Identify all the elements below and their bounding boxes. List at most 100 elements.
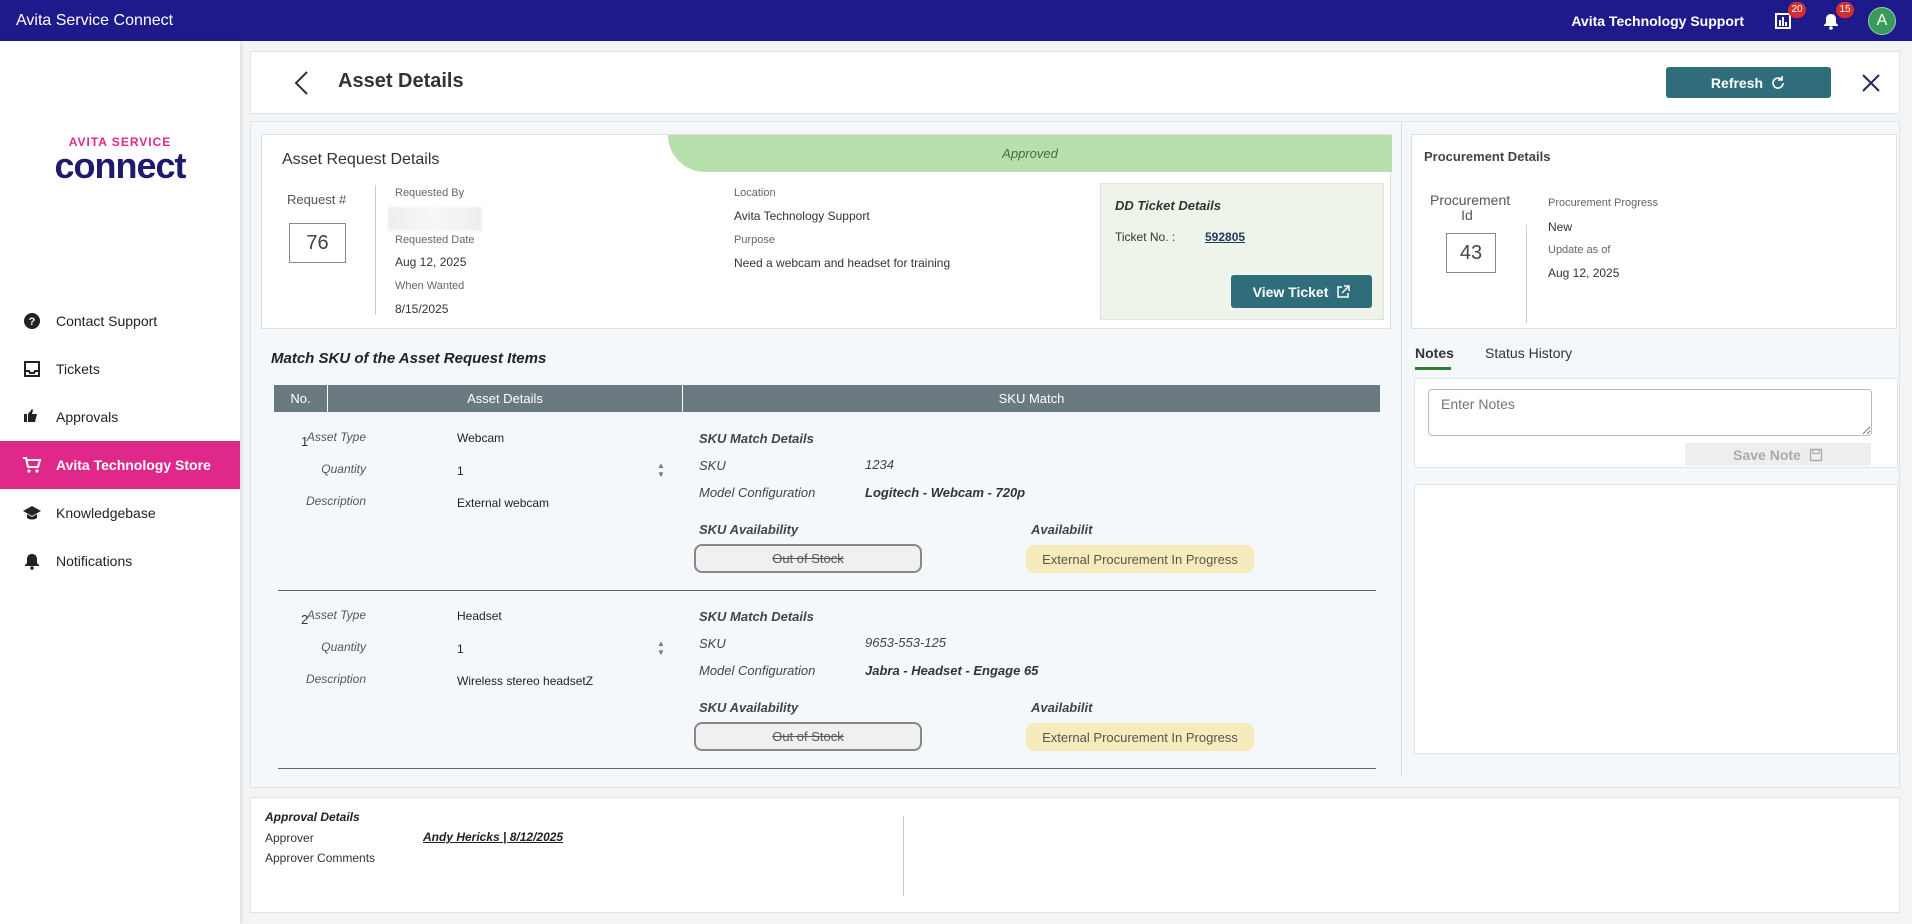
tab-notes[interactable]: Notes	[1415, 345, 1454, 361]
notes-list	[1414, 484, 1898, 754]
asset-content: Approved Asset Request Details Request #…	[250, 121, 1900, 788]
match-table-header: No. Asset Details SKU Match	[274, 385, 1380, 412]
purpose-label: Purpose	[734, 234, 775, 246]
procurement-title: Procurement Details	[1424, 149, 1551, 164]
back-arrow-icon[interactable]	[291, 70, 313, 96]
model-config-label: Model Configuration	[699, 485, 816, 500]
refresh-button[interactable]: Refresh	[1666, 67, 1831, 98]
sidebar-item-label: Contact Support	[56, 313, 158, 329]
requested-by-label: Requested By	[395, 187, 465, 199]
location-value: Avita Technology Support	[734, 209, 870, 223]
notes-input[interactable]	[1428, 389, 1872, 436]
asset-request-title: Asset Request Details	[282, 151, 440, 168]
avatar[interactable]: A	[1868, 6, 1896, 35]
availability-label: Availabilit	[1031, 700, 1093, 715]
availability-label: Availabilit	[1031, 522, 1093, 537]
sku-match-details-title: SKU Match Details	[699, 609, 814, 624]
divider	[1526, 225, 1527, 323]
page-header: Asset Details Refresh	[250, 51, 1900, 114]
notifications-button[interactable]: 15	[1820, 1, 1854, 32]
match-sku-title: Match SKU of the Asset Request Items	[271, 350, 547, 367]
description-value: Wireless stereo headsetZ	[457, 674, 594, 688]
asset-type-value: Webcam	[457, 431, 505, 445]
description-label: Description	[305, 494, 366, 508]
asset-type-label: Asset Type	[306, 430, 366, 444]
active-tab-indicator	[1415, 367, 1451, 370]
save-note-button[interactable]: Save Note	[1685, 443, 1871, 466]
request-number-label: Request #	[287, 192, 347, 207]
approver-link[interactable]: Andy Hericks | 8/12/2025	[423, 830, 563, 844]
sidebar-item-label: Approvals	[56, 409, 119, 425]
page-title: Asset Details	[338, 70, 464, 92]
availability-badge: External Procurement In Progress	[1026, 545, 1254, 573]
approval-details-title: Approval Details	[265, 810, 360, 824]
model-config-value: Jabra - Headset - Engage 65	[865, 663, 1039, 678]
sidebar: AVITA SERVICE connect ? Contact Support …	[0, 41, 240, 924]
row-divider	[278, 590, 1376, 591]
logo-line-2: connect	[54, 145, 186, 186]
quantity-value[interactable]: 1	[457, 642, 464, 656]
procurement-id-label: Procurement Id	[1430, 192, 1511, 223]
sidebar-item-knowledgebase[interactable]: Knowledgebase	[0, 489, 240, 537]
refresh-icon	[1772, 75, 1784, 89]
reports-button[interactable]: 20	[1772, 1, 1806, 32]
column-header-sku-match: SKU Match	[998, 391, 1065, 406]
description-value: External webcam	[457, 496, 550, 510]
procurement-progress-value: New	[1548, 220, 1573, 234]
external-link-icon	[1337, 284, 1351, 298]
graduation-cap-icon	[22, 503, 42, 523]
inbox-icon	[22, 359, 42, 379]
approver-label: Approver	[265, 831, 314, 845]
notifications-badge: 15	[1836, 1, 1854, 18]
view-ticket-button[interactable]: View Ticket	[1231, 275, 1372, 308]
thumbs-icon	[22, 407, 42, 427]
procurement-id: 43	[1446, 233, 1496, 273]
quantity-value[interactable]: 1	[457, 464, 464, 478]
when-wanted-value: 8/15/2025	[395, 302, 449, 316]
ticket-no-link[interactable]: 592805	[1205, 230, 1245, 244]
column-header-asset-details: Asset Details	[328, 385, 683, 412]
close-icon[interactable]	[1859, 71, 1883, 95]
asset-request-card: Approved Asset Request Details Request #…	[261, 134, 1392, 329]
ticket-no-label: Ticket No. :	[1115, 230, 1176, 244]
approver-comments-label: Approver Comments	[265, 851, 376, 865]
divider	[903, 816, 904, 896]
tab-status-history[interactable]: Status History	[1485, 345, 1572, 361]
sidebar-item-contact-support[interactable]: ? Contact Support	[0, 297, 240, 345]
sidebar-item-avita-technology-store[interactable]: Avita Technology Store	[0, 441, 240, 489]
org-name: Avita Technology Support	[1571, 12, 1744, 29]
help-circle-icon: ?	[22, 311, 42, 331]
column-header-no: No.	[274, 385, 328, 412]
sidebar-item-tickets[interactable]: Tickets	[0, 345, 240, 393]
save-note-label: Save Note	[1733, 446, 1801, 463]
quantity-stepper[interactable]: ▲ ▼	[656, 461, 666, 481]
sidebar-item-notifications[interactable]: Notifications	[0, 537, 240, 585]
availability-badge: External Procurement In Progress	[1026, 723, 1254, 751]
logo: AVITA SERVICE connect	[44, 135, 196, 186]
panel-divider	[1401, 122, 1402, 777]
purpose-value: Need a webcam and headset for training	[734, 256, 951, 270]
status-badge: Approved	[668, 135, 1392, 172]
dd-ticket-panel: DD Ticket Details Ticket No. : 592805 Vi…	[1100, 183, 1384, 320]
quantity-stepper[interactable]: ▲ ▼	[656, 639, 666, 659]
quantity-label: Quantity	[321, 462, 366, 476]
sku-value: 1234	[865, 457, 894, 472]
location-label: Location	[734, 187, 776, 199]
svg-text:?: ?	[29, 316, 36, 328]
row-divider	[278, 768, 1376, 769]
procurement-progress-label: Procurement Progress	[1548, 197, 1659, 209]
model-config-label: Model Configuration	[699, 663, 816, 678]
sidebar-item-approvals[interactable]: Approvals	[0, 393, 240, 441]
sidebar-item-label: Tickets	[56, 361, 100, 377]
notes-tabs: Notes Status History	[1411, 339, 1897, 370]
divider	[375, 185, 376, 315]
refresh-label: Refresh	[1710, 74, 1764, 91]
requested-date-value: Aug 12, 2025	[395, 255, 467, 269]
sku-availability-label: SKU Availability	[699, 700, 799, 715]
sku-match-details-title: SKU Match Details	[699, 431, 814, 446]
when-wanted-label: When Wanted	[395, 280, 465, 292]
dd-ticket-title: DD Ticket Details	[1115, 198, 1221, 213]
quantity-label: Quantity	[321, 640, 366, 654]
app-title: Avita Service Connect	[16, 11, 174, 29]
notes-editor: Save Note	[1414, 378, 1898, 468]
